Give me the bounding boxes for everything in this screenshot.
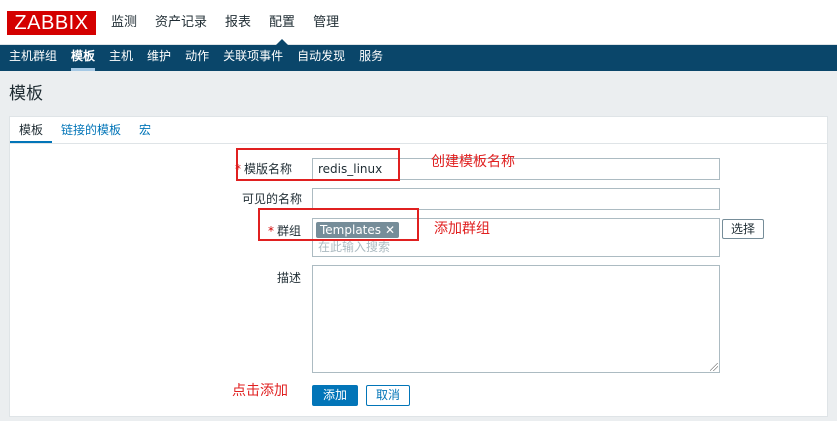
tab-template[interactable]: 模板: [10, 117, 53, 143]
subnav-item-host-groups[interactable]: 主机群组: [0, 45, 64, 71]
main-nav: 监测 资产记录 报表 配置 管理: [102, 0, 348, 45]
subnav-item-actions[interactable]: 动作: [178, 45, 216, 71]
nav-item-monitoring[interactable]: 监测: [102, 0, 146, 45]
annotation-box-groups: [258, 208, 419, 241]
nav-item-reports[interactable]: 报表: [216, 0, 260, 45]
nav-item-configuration[interactable]: 配置: [260, 0, 304, 45]
description-label: 描述: [277, 271, 302, 285]
annotation-click-add: 点击添加: [232, 383, 288, 399]
nav-item-inventory[interactable]: 资产记录: [146, 0, 216, 45]
subnav-item-event-correlation[interactable]: 关联项事件: [216, 45, 290, 71]
annotation-box-template-name: [236, 148, 400, 181]
subnav-item-services[interactable]: 服务: [352, 45, 390, 71]
sub-nav: 主机群组 模板 主机 维护 动作 关联项事件 自动发现 服务: [0, 45, 837, 71]
subnav-item-templates[interactable]: 模板: [64, 45, 102, 71]
subnav-item-hosts[interactable]: 主机: [102, 45, 140, 71]
top-header: ZABBIX 监测 资产记录 报表 配置 管理: [0, 0, 837, 45]
zabbix-logo[interactable]: ZABBIX: [7, 11, 96, 35]
annotation-create-name: 创建模板名称: [431, 154, 515, 170]
subnav-item-maintenance[interactable]: 维护: [140, 45, 178, 71]
nav-item-administration[interactable]: 管理: [304, 0, 348, 45]
page-title: 模板: [9, 84, 43, 104]
cancel-button[interactable]: 取消: [366, 385, 411, 406]
form-container: 模板 链接的模板 宏 * 模版名称 redis_linux 可见的名称 * 群组 T…: [9, 116, 828, 417]
tab-macros[interactable]: 宏: [130, 117, 160, 143]
select-groups-button[interactable]: 选择: [722, 219, 765, 239]
visible-name-label: 可见的名称: [242, 192, 303, 206]
description-textarea[interactable]: [312, 265, 720, 373]
resize-handle-icon[interactable]: [710, 363, 718, 371]
add-button[interactable]: 添加: [312, 385, 359, 406]
subnav-item-discovery[interactable]: 自动发现: [290, 45, 352, 71]
tab-bar: 模板 链接的模板 宏: [10, 117, 827, 144]
annotation-add-group: 添加群组: [434, 221, 490, 237]
visible-name-input[interactable]: [312, 188, 720, 210]
tab-linked-templates[interactable]: 链接的模板: [52, 117, 130, 143]
